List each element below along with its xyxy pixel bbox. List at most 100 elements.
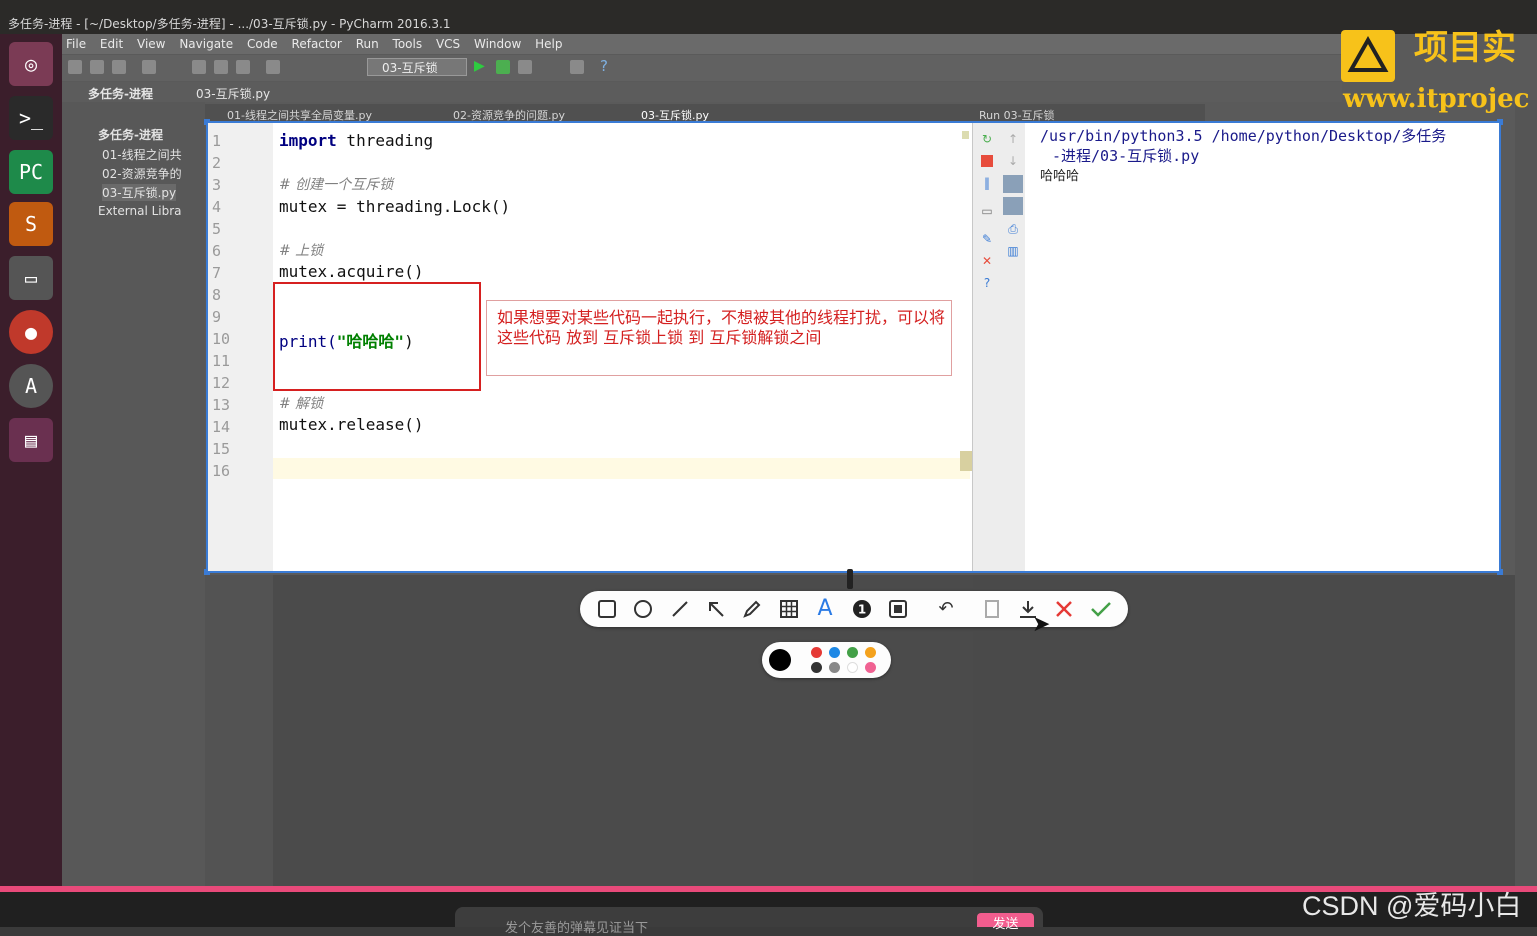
code-line-4[interactable]: mutex = threading.Lock() xyxy=(279,197,510,216)
cut-icon[interactable] xyxy=(192,60,206,74)
wrap-icon[interactable] xyxy=(1003,175,1023,193)
mosaic-tool-icon[interactable] xyxy=(778,598,800,620)
scroll-end-icon[interactable] xyxy=(1003,197,1023,215)
coverage-icon[interactable] xyxy=(518,60,532,74)
run-icon[interactable]: ▶ xyxy=(474,58,485,74)
code-comment[interactable]: # 解锁 xyxy=(279,393,323,413)
open-icon[interactable] xyxy=(68,60,82,74)
project-file-item[interactable]: 03-互斥锁.py xyxy=(102,184,177,201)
number-tool-icon[interactable]: 1 xyxy=(851,598,873,620)
menu-refactor[interactable]: Refactor xyxy=(292,37,342,51)
project-file-item[interactable]: 02-资源竞争的 xyxy=(102,165,182,182)
menu-vcs[interactable]: VCS xyxy=(436,37,460,51)
print-icon[interactable]: ⎙ xyxy=(1007,223,1019,235)
files-icon[interactable]: ▭ xyxy=(9,256,53,300)
paste-icon[interactable] xyxy=(236,60,250,74)
pause-icon[interactable]: ‖ xyxy=(981,177,993,189)
code-comment[interactable]: # 上锁 xyxy=(279,240,323,260)
color-swatch[interactable] xyxy=(829,647,840,658)
line-tool-icon[interactable] xyxy=(669,598,691,620)
workspace-icon[interactable]: ▤ xyxy=(9,418,53,462)
arrow-tool-icon[interactable] xyxy=(705,598,727,620)
color-swatch[interactable] xyxy=(865,662,876,673)
menu-navigate[interactable]: Navigate xyxy=(179,37,233,51)
menu-run[interactable]: Run xyxy=(356,37,379,51)
debug-icon[interactable] xyxy=(496,60,510,74)
pin-to-screen-icon[interactable] xyxy=(981,598,1003,620)
menu-view[interactable]: View xyxy=(137,37,165,51)
color-swatch[interactable] xyxy=(811,662,822,673)
help-icon[interactable]: ? xyxy=(600,57,608,75)
layout-icon[interactable]: ▭ xyxy=(981,205,993,217)
pen-tool-icon[interactable] xyxy=(741,598,763,620)
down-icon[interactable]: ↓ xyxy=(1007,155,1019,167)
external-libraries[interactable]: External Libra xyxy=(98,204,182,218)
breadcrumb-project[interactable]: 多任务-进程 xyxy=(88,85,153,102)
stop-icon[interactable] xyxy=(981,155,993,167)
close-icon[interactable]: ✕ xyxy=(981,255,993,267)
copy-icon[interactable] xyxy=(214,60,228,74)
line-number: 4 xyxy=(212,198,222,216)
trash-icon[interactable]: ▥ xyxy=(1007,245,1019,257)
find-icon[interactable] xyxy=(266,60,280,74)
text-tool-icon[interactable]: A xyxy=(814,598,836,620)
color-swatch[interactable] xyxy=(847,662,858,673)
code-comment[interactable]: # 创建一个互斥锁 xyxy=(279,174,393,194)
main-toolbar: 03-互斥锁 ▶ ? xyxy=(62,55,1342,81)
line-number: 1 xyxy=(212,132,222,150)
menu-code[interactable]: Code xyxy=(247,37,278,51)
run-console[interactable] xyxy=(1028,123,1499,571)
ellipse-tool-icon[interactable] xyxy=(632,598,654,620)
pycharm-icon[interactable]: PC xyxy=(9,150,53,194)
confirm-icon[interactable] xyxy=(1089,598,1111,620)
chrome-icon[interactable]: ● xyxy=(9,310,53,354)
code-line-7[interactable]: mutex.acquire() xyxy=(279,262,424,281)
menu-edit[interactable]: Edit xyxy=(100,37,123,51)
up-icon[interactable]: ↑ xyxy=(1007,133,1019,145)
back-icon[interactable] xyxy=(142,60,156,74)
menu-window[interactable]: Window xyxy=(474,37,521,51)
rerun-icon[interactable]: ↻ xyxy=(981,133,993,145)
breadcrumb-file[interactable]: 03-互斥锁.py xyxy=(196,85,270,102)
code-line-1[interactable]: import threading xyxy=(279,131,433,150)
blur-tool-icon[interactable] xyxy=(887,598,909,620)
scroll-marker[interactable] xyxy=(960,451,972,471)
sublime-icon[interactable]: S xyxy=(9,202,53,246)
code-line-14[interactable]: mutex.release() xyxy=(279,415,424,434)
color-swatch[interactable] xyxy=(811,647,822,658)
software-center-icon[interactable]: A xyxy=(9,364,53,408)
save-icon[interactable] xyxy=(90,60,104,74)
number-tool-label: 1 xyxy=(858,603,866,617)
scroll-marker[interactable] xyxy=(962,131,969,139)
color-swatch[interactable] xyxy=(829,662,840,673)
project-root[interactable]: 多任务-进程 xyxy=(98,126,163,143)
ubuntu-launcher: ◎ >_ PC S ▭ ● A ▤ xyxy=(0,34,62,927)
dash-icon[interactable]: ◎ xyxy=(9,42,53,86)
sync-icon[interactable] xyxy=(112,60,126,74)
color-swatch[interactable] xyxy=(865,647,876,658)
project-file-item[interactable]: 01-线程之间共 xyxy=(102,146,182,163)
help-icon[interactable]: ? xyxy=(981,277,993,289)
danmu-input[interactable]: 发个友善的弹幕见证当下 xyxy=(455,907,1043,936)
pin-icon[interactable]: ✎ xyxy=(981,233,993,245)
annotation-text[interactable]: 如果想要对某些代码一起执行，不想被其他的线程打扰，可以将这些代码 放到 互斥锁上… xyxy=(497,308,947,348)
current-line-highlight xyxy=(273,458,970,479)
menu-tools[interactable]: Tools xyxy=(393,37,423,51)
line-number: 10 xyxy=(212,330,231,348)
send-danmu-button[interactable]: 发送 xyxy=(977,913,1034,932)
csdn-watermark: CSDN @爱码小白 xyxy=(1302,891,1522,921)
color-swatch[interactable] xyxy=(847,647,858,658)
menu-file[interactable]: File xyxy=(66,37,86,51)
breadcrumb: 多任务-进程 03-互斥锁.py xyxy=(62,82,1342,102)
cancel-icon[interactable] xyxy=(1053,598,1075,620)
settings-icon[interactable] xyxy=(570,60,584,74)
color-swatch-selected[interactable] xyxy=(769,649,791,671)
annotation-rectangle[interactable] xyxy=(273,282,481,391)
run-config-select[interactable]: 03-互斥锁 xyxy=(367,58,467,76)
rectangle-tool-icon[interactable] xyxy=(596,598,618,620)
undo-icon[interactable]: ↶ xyxy=(935,598,957,620)
brand-logo-icon xyxy=(1341,30,1395,82)
mouse-cursor-icon: ➤ xyxy=(1032,612,1051,637)
menu-help[interactable]: Help xyxy=(535,37,562,51)
terminal-icon[interactable]: >_ xyxy=(9,96,53,140)
